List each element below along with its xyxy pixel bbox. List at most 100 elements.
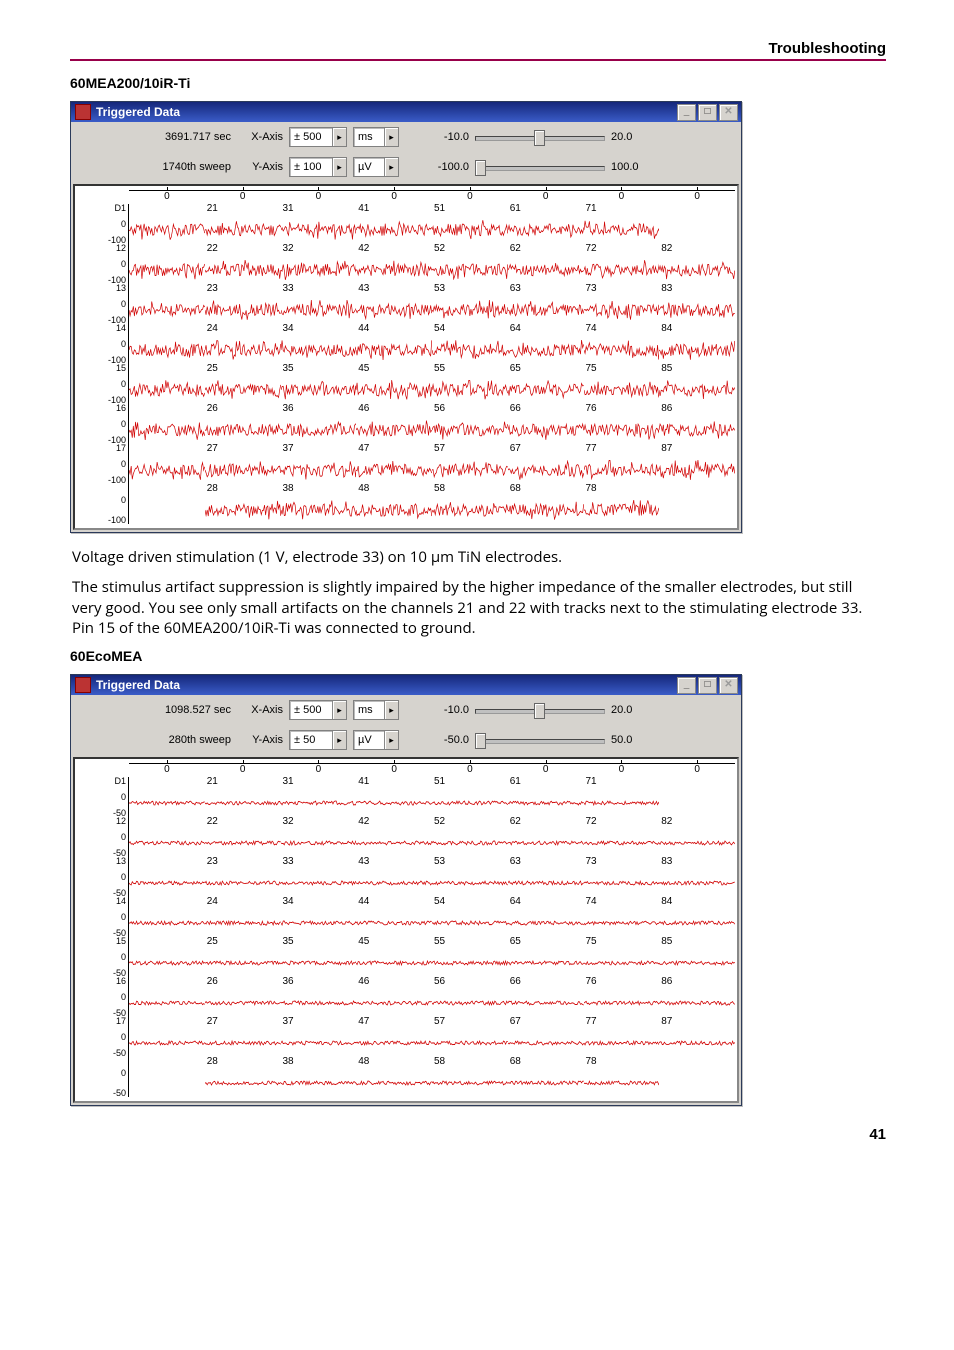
time-readout: 1098.527 sec — [71, 704, 235, 716]
chevron-down-icon[interactable]: ▸ — [332, 701, 346, 719]
channel-cell: 32 — [281, 244, 357, 284]
minimize-button[interactable]: _ — [677, 677, 696, 694]
channel-cell — [129, 244, 205, 284]
channel-cell: 21 — [205, 204, 281, 244]
xaxis-label: X-Axis — [241, 704, 283, 716]
channel-cell — [659, 484, 735, 524]
channel-cell: 28 — [205, 1057, 281, 1097]
yaxis-unit-input[interactable]: µV ▸ — [353, 157, 399, 177]
x-slider[interactable] — [475, 703, 605, 717]
xaxis-value-input[interactable]: ± 500 ▸ — [289, 700, 347, 720]
channel-cell: 43 — [356, 284, 432, 324]
channel-cell: 45 — [356, 937, 432, 977]
xaxis-value-input[interactable]: ± 500 ▸ — [289, 127, 347, 147]
chevron-down-icon[interactable]: ▸ — [384, 128, 398, 146]
channel-cell — [129, 1017, 205, 1057]
col-header: 0 — [659, 190, 735, 204]
channel-cell: 26 — [205, 404, 281, 444]
chevron-down-icon[interactable]: ▸ — [332, 731, 346, 749]
channel-cell: 33 — [281, 284, 357, 324]
channel-cell: 83 — [659, 284, 735, 324]
channel-cell: 41 — [356, 204, 432, 244]
xaxis-unit-input[interactable]: ms ▸ — [353, 127, 399, 147]
channel-cell — [129, 484, 205, 524]
channel-cell: 65 — [508, 364, 584, 404]
y-axis-ticks: 120-100 — [77, 244, 129, 284]
channel-cell: 58 — [432, 1057, 508, 1097]
xaxis-value: ± 500 — [294, 704, 321, 716]
channel-cell — [129, 857, 205, 897]
ctrl-row-y: 280th sweep Y-Axis ± 50 ▸ µV ▸ -50.0 50 — [71, 725, 741, 755]
yaxis-unit-input[interactable]: µV ▸ — [353, 730, 399, 750]
channel-cell: 84 — [659, 324, 735, 364]
maximize-button[interactable]: □ — [698, 104, 717, 121]
channel-cell: 75 — [584, 364, 660, 404]
channel-cell: 21 — [205, 777, 281, 817]
titlebar-1[interactable]: Triggered Data _ □ ✕ — [71, 102, 741, 122]
yaxis-label: Y-Axis — [241, 734, 283, 746]
channel-cell: 57 — [432, 1017, 508, 1057]
channel-cell — [129, 364, 205, 404]
channel-cell: 42 — [356, 244, 432, 284]
channel-cell: 27 — [205, 444, 281, 484]
channel-cell: 37 — [281, 444, 357, 484]
yaxis-value-input[interactable]: ± 100 ▸ — [289, 157, 347, 177]
yaxis-value: ± 50 — [294, 734, 315, 746]
caption-1: Voltage driven stimulation (1 V, electro… — [72, 547, 884, 567]
channel-cell: 33 — [281, 857, 357, 897]
channel-cell: 66 — [508, 977, 584, 1017]
channel-cell: 66 — [508, 404, 584, 444]
channel-cell: 31 — [281, 777, 357, 817]
y-axis-ticks: 150-50 — [77, 937, 129, 977]
chevron-down-icon[interactable]: ▸ — [384, 158, 398, 176]
chevron-down-icon[interactable]: ▸ — [384, 731, 398, 749]
yaxis-label: Y-Axis — [241, 161, 283, 173]
channel-cell — [129, 324, 205, 364]
slider2-min: -100.0 — [425, 161, 469, 173]
channel-cell: 43 — [356, 857, 432, 897]
col-header: 0 — [432, 763, 508, 777]
col-header: 0 — [281, 190, 357, 204]
col-header: 0 — [659, 763, 735, 777]
channel-cell: 85 — [659, 937, 735, 977]
channel-cell — [129, 404, 205, 444]
y-slider[interactable] — [475, 160, 605, 174]
close-button[interactable]: ✕ — [719, 104, 738, 121]
maximize-button[interactable]: □ — [698, 677, 717, 694]
figure-2: Triggered Data _ □ ✕ 1098.527 sec X-Axis… — [70, 674, 886, 1106]
channel-cell: 83 — [659, 857, 735, 897]
channel-cell: 24 — [205, 324, 281, 364]
col-header: 0 — [584, 763, 660, 777]
xaxis-unit: ms — [358, 704, 373, 716]
slider1-min: -10.0 — [425, 131, 469, 143]
channel-cell: 56 — [432, 404, 508, 444]
channel-cell: 72 — [584, 244, 660, 284]
titlebar-2[interactable]: Triggered Data _ □ ✕ — [71, 675, 741, 695]
yaxis-value-input[interactable]: ± 50 ▸ — [289, 730, 347, 750]
chevron-down-icon[interactable]: ▸ — [384, 701, 398, 719]
y-slider[interactable] — [475, 733, 605, 747]
channel-cell: 32 — [281, 817, 357, 857]
channel-cell — [659, 1057, 735, 1097]
channel-cell: 54 — [432, 324, 508, 364]
channel-cell: 68 — [508, 1057, 584, 1097]
chevron-down-icon[interactable]: ▸ — [332, 158, 346, 176]
y-axis-ticks: 120-50 — [77, 817, 129, 857]
channel-cell: 45 — [356, 364, 432, 404]
col-header: 0 — [205, 190, 281, 204]
y-axis-ticks: 140-100 — [77, 324, 129, 364]
channel-cell: 44 — [356, 897, 432, 937]
col-header: 0 — [584, 190, 660, 204]
channel-cell — [129, 777, 205, 817]
chevron-down-icon[interactable]: ▸ — [332, 128, 346, 146]
channel-cell: 77 — [584, 1017, 660, 1057]
channel-cell: 25 — [205, 937, 281, 977]
xaxis-unit-input[interactable]: ms ▸ — [353, 700, 399, 720]
y-axis-ticks: 160-100 — [77, 404, 129, 444]
minimize-button[interactable]: _ — [677, 104, 696, 121]
channel-cell: 52 — [432, 817, 508, 857]
close-button[interactable]: ✕ — [719, 677, 738, 694]
channel-cell: 51 — [432, 204, 508, 244]
channel-cell: 73 — [584, 284, 660, 324]
x-slider[interactable] — [475, 130, 605, 144]
